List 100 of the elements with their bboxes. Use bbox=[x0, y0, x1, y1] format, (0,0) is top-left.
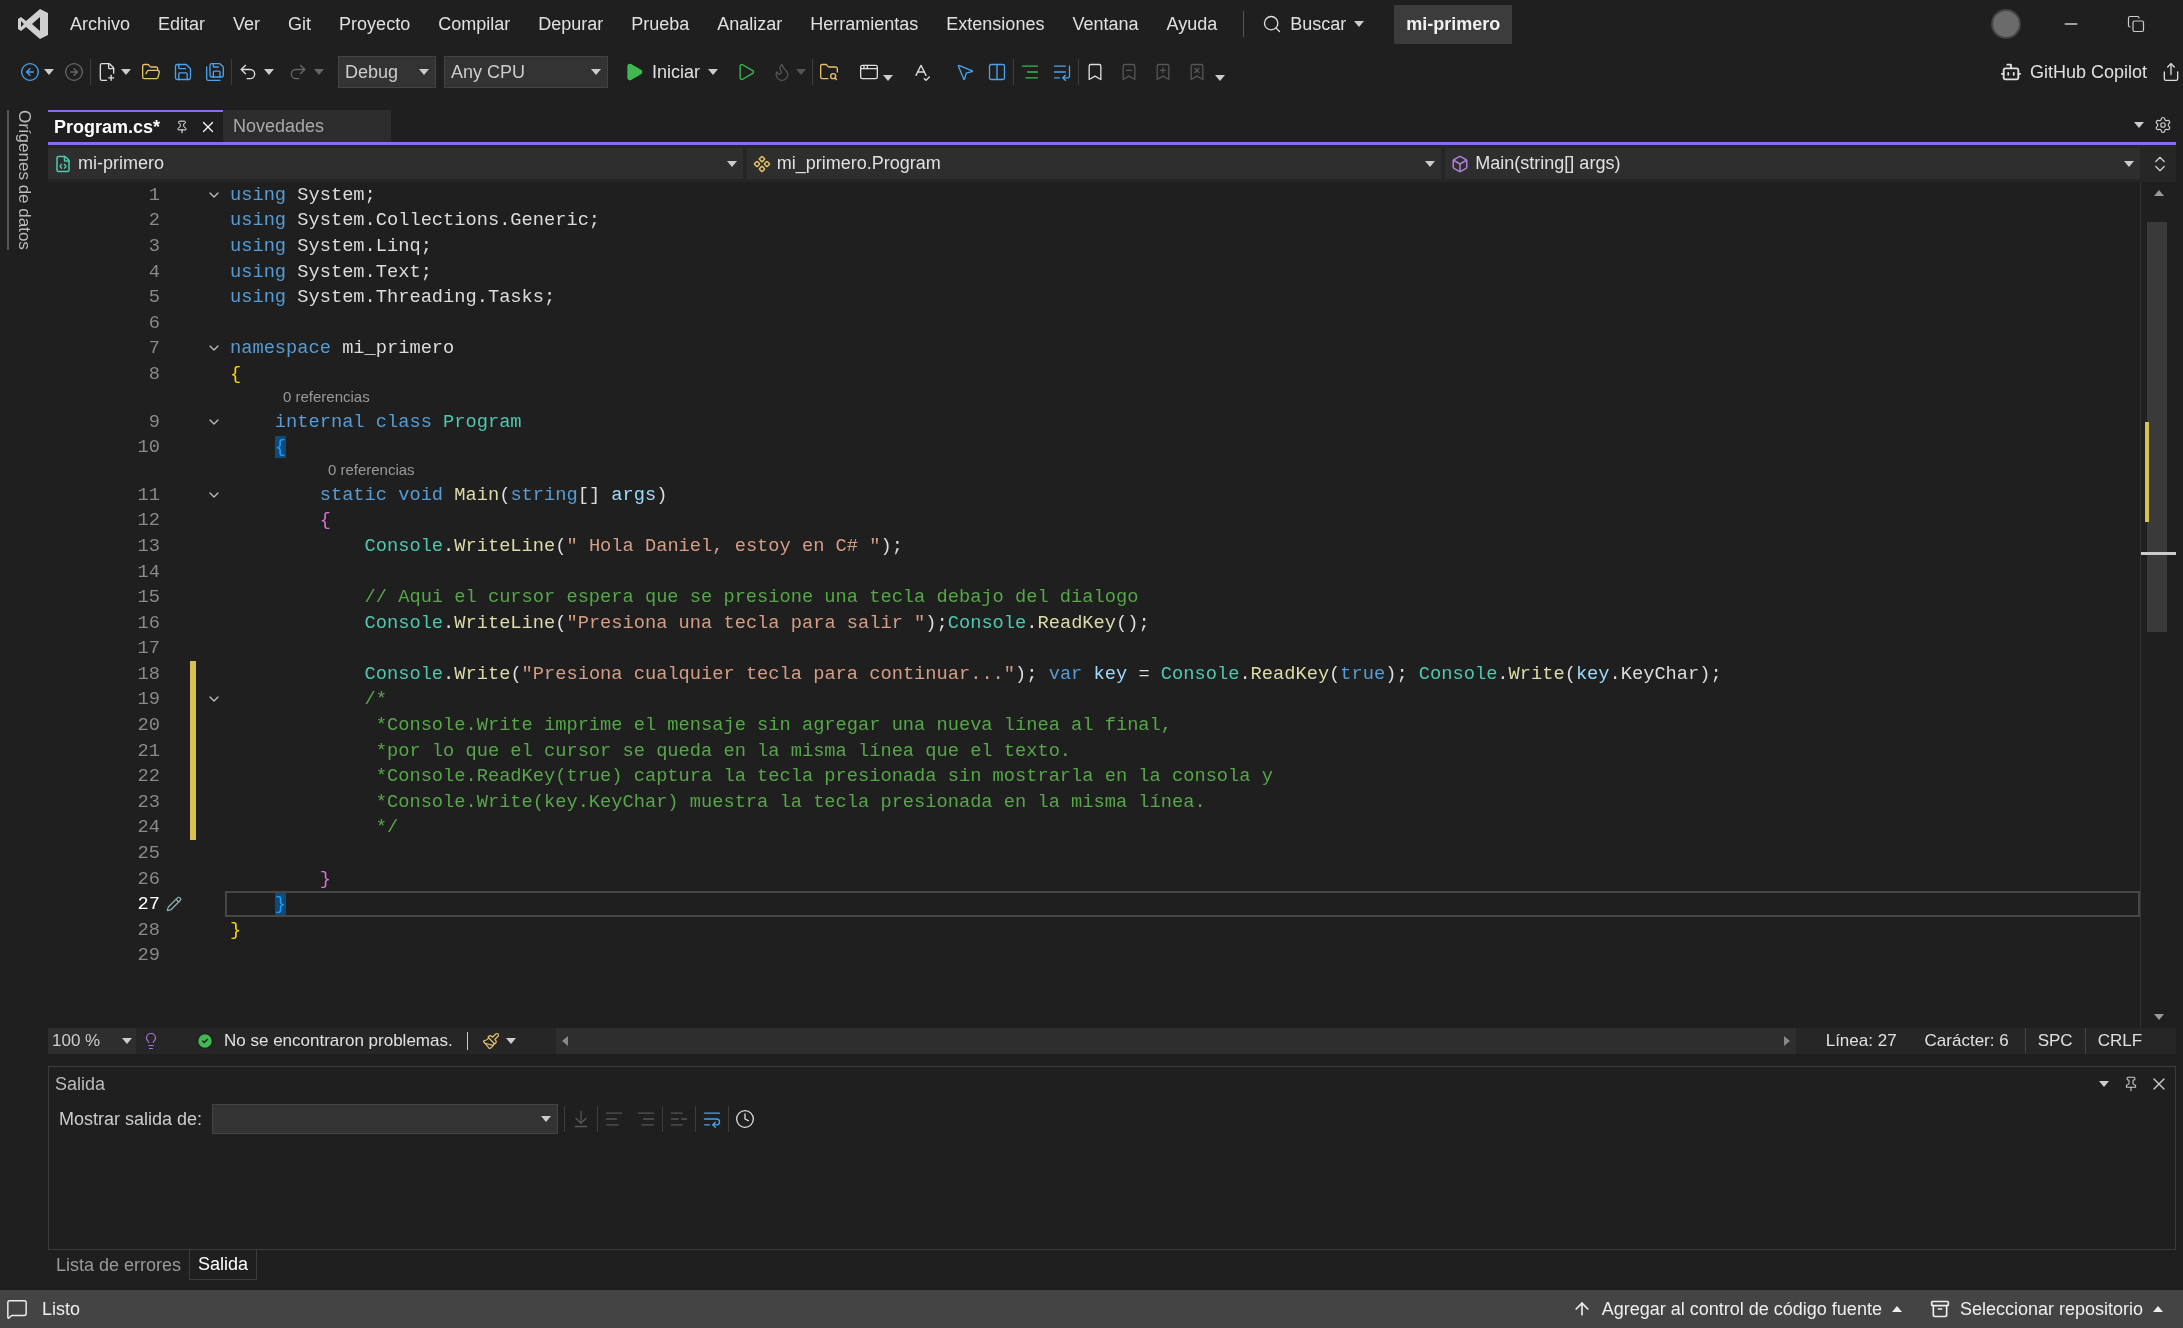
share-icon[interactable] bbox=[2161, 62, 2181, 82]
columns-icon[interactable] bbox=[987, 62, 1007, 82]
line-number: 22 bbox=[136, 764, 160, 790]
menu-item[interactable]: Ventana bbox=[1058, 10, 1153, 38]
scrollbar-thumb[interactable] bbox=[2147, 222, 2167, 632]
caret-icon[interactable] bbox=[541, 1116, 552, 1122]
navigation-dropdown[interactable]: mi-primero bbox=[48, 148, 743, 179]
copilot-icon bbox=[1999, 61, 2022, 83]
whitespace-indicator[interactable]: SPC bbox=[2024, 1028, 2085, 1054]
caret-icon[interactable] bbox=[708, 69, 718, 75]
line-number: 29 bbox=[136, 943, 160, 969]
pointer-icon[interactable] bbox=[955, 62, 975, 82]
caret-icon[interactable] bbox=[505, 1038, 516, 1044]
code-line: } bbox=[318, 866, 331, 892]
caret-icon[interactable] bbox=[2134, 122, 2144, 128]
menu-item[interactable]: Herramientas bbox=[796, 10, 933, 38]
panel-tab[interactable]: Lista de errores bbox=[48, 1250, 190, 1280]
forward-icon[interactable] bbox=[64, 62, 84, 82]
caret-icon[interactable] bbox=[2153, 1014, 2164, 1020]
search-button[interactable]: Buscar bbox=[1256, 10, 1371, 38]
caret-icon[interactable] bbox=[122, 1038, 132, 1044]
clock-icon[interactable] bbox=[735, 1109, 756, 1129]
caret-icon[interactable] bbox=[591, 69, 601, 75]
menu-item[interactable]: Editar bbox=[144, 10, 220, 38]
pin-icon[interactable] bbox=[175, 120, 189, 134]
line-indicator[interactable]: Línea: 27 bbox=[1825, 1028, 1897, 1054]
menu-item[interactable]: Analizar bbox=[703, 10, 797, 38]
panel-tab[interactable]: Salida bbox=[189, 1250, 258, 1280]
caret-icon[interactable] bbox=[1215, 75, 1225, 81]
undo-icon[interactable] bbox=[238, 62, 258, 82]
line-number: 25 bbox=[136, 841, 160, 867]
code-line: using System.Text; bbox=[230, 259, 432, 285]
caret-icon[interactable] bbox=[264, 69, 274, 75]
caret-icon[interactable] bbox=[2124, 160, 2134, 167]
side-panel-tab[interactable]: Orígenes de datos bbox=[7, 110, 41, 250]
caret-icon[interactable] bbox=[2099, 1081, 2109, 1087]
quick-actions-icon[interactable] bbox=[166, 896, 182, 913]
menu-item[interactable]: Extensiones bbox=[932, 10, 1059, 38]
menu-item[interactable]: Prueba bbox=[617, 10, 704, 38]
search-icon[interactable] bbox=[1262, 14, 1283, 34]
navigation-dropdown[interactable]: Main(string[] args) bbox=[1445, 148, 2140, 179]
line-ending-indicator[interactable]: CRLF bbox=[2084, 1028, 2155, 1054]
menu-item[interactable]: Git bbox=[274, 10, 326, 38]
copilot-button[interactable]: GitHub Copilot bbox=[1999, 58, 2147, 86]
account-avatar[interactable] bbox=[1991, 9, 2021, 39]
reference-count[interactable]: 0 referencias bbox=[282, 386, 370, 409]
caret-icon[interactable] bbox=[2153, 1306, 2163, 1312]
code-line: */ bbox=[374, 815, 399, 841]
caret-icon[interactable] bbox=[1891, 1306, 1902, 1312]
folder-icon[interactable] bbox=[141, 62, 161, 82]
settings-icon[interactable] bbox=[2154, 116, 2172, 134]
code-line: *Console.Write(key.KeyChar) muestra la tecla presionada en la misma línea. bbox=[374, 789, 1206, 815]
save-icon[interactable] bbox=[173, 62, 193, 82]
line-number: 8 bbox=[147, 361, 160, 387]
save-all-icon[interactable] bbox=[205, 62, 225, 82]
redo-icon[interactable] bbox=[288, 62, 308, 82]
code-line: using System; bbox=[230, 182, 376, 208]
window-icon[interactable] bbox=[859, 62, 879, 82]
code-line: internal class Program bbox=[273, 409, 522, 435]
menu-item[interactable]: Compilar bbox=[424, 10, 525, 38]
start-button[interactable]: Iniciar bbox=[620, 58, 722, 86]
menu-item[interactable]: Depurar bbox=[524, 10, 618, 38]
folder-search-icon[interactable] bbox=[819, 62, 839, 82]
caret-icon[interactable] bbox=[883, 75, 893, 81]
caret-icon[interactable] bbox=[1354, 21, 1365, 27]
platform-dropdown[interactable]: Any CPU bbox=[444, 56, 608, 88]
vertical-scrollbar[interactable] bbox=[2140, 182, 2176, 1028]
line-number: 14 bbox=[136, 559, 160, 585]
reference-count[interactable]: 0 referencias bbox=[327, 459, 415, 482]
menu-item[interactable]: Archivo bbox=[56, 10, 145, 38]
new-file-icon[interactable] bbox=[97, 62, 117, 82]
line-number: 9 bbox=[147, 409, 160, 435]
notification-icon[interactable] bbox=[6, 1298, 28, 1320]
navigation-dropdown[interactable]: mi_primero.Program bbox=[746, 148, 1442, 179]
brush-icon[interactable] bbox=[481, 1032, 500, 1050]
caret-icon[interactable] bbox=[419, 69, 429, 75]
caret-icon[interactable] bbox=[726, 160, 737, 167]
repository-button[interactable]: Seleccionar repositorio bbox=[1929, 1295, 2163, 1323]
source-control-button[interactable]: Agregar al control de código fuente bbox=[1571, 1295, 1902, 1323]
column-indicator[interactable]: Carácter: 6 bbox=[1924, 1028, 2009, 1054]
code-line: { bbox=[318, 508, 331, 534]
back-icon[interactable] bbox=[20, 62, 40, 82]
caret-icon[interactable] bbox=[121, 69, 131, 75]
code-line: *por lo que el cursor se queda en la misma línea que el texto. bbox=[374, 738, 1072, 764]
caret-icon[interactable] bbox=[1425, 160, 1436, 167]
menu-item[interactable]: Ver bbox=[219, 10, 275, 38]
line-number: 27 bbox=[136, 892, 160, 918]
pin-icon[interactable] bbox=[2123, 1076, 2139, 1092]
document-tab[interactable]: Novedades bbox=[223, 110, 391, 142]
caret-icon[interactable] bbox=[2153, 190, 2164, 196]
menu-item[interactable]: Proyecto bbox=[325, 10, 425, 38]
line-number: 15 bbox=[136, 585, 160, 611]
restore-icon[interactable] bbox=[2127, 15, 2145, 33]
issues-status[interactable]: No se encontraron problemas. bbox=[224, 1028, 453, 1054]
configuration-dropdown[interactable]: Debug bbox=[338, 56, 436, 88]
zoom-dropdown[interactable]: 100 % bbox=[48, 1028, 136, 1054]
line-number: 11 bbox=[136, 482, 160, 508]
line-number: 3 bbox=[147, 233, 160, 259]
caret-icon[interactable] bbox=[44, 69, 54, 75]
menu-item[interactable]: Ayuda bbox=[1152, 10, 1232, 38]
